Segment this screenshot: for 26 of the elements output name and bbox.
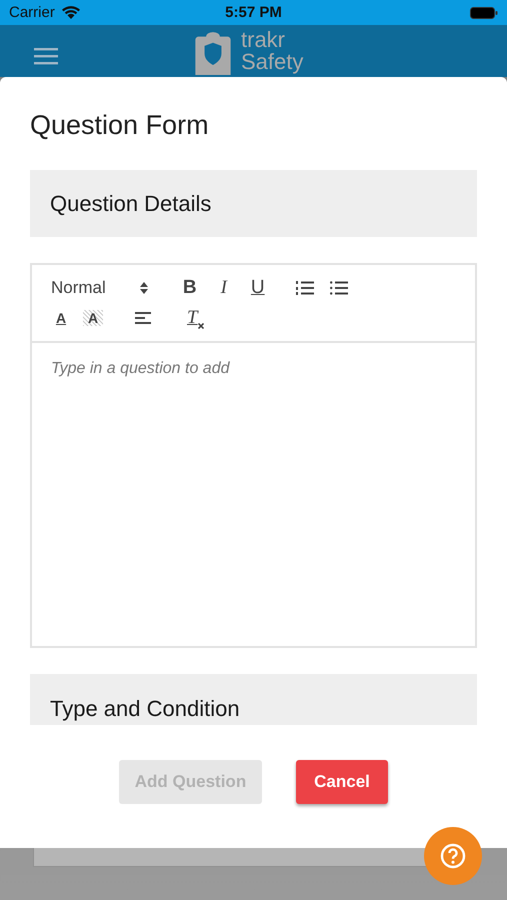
menu-icon[interactable] (34, 47, 58, 65)
bullet-list-icon[interactable] (330, 280, 348, 296)
clear-format-button[interactable]: T (187, 307, 204, 329)
placeholder-text: Type in a question to add (51, 360, 230, 377)
status-time: 5:57 PM (225, 4, 282, 21)
underline-button[interactable]: U (248, 277, 268, 299)
question-input[interactable]: Type in a question to add (32, 343, 475, 646)
numbered-list-icon[interactable] (296, 280, 314, 296)
dialog-title: Question Form (30, 109, 210, 142)
logo-text: trakr (241, 29, 286, 51)
wifi-icon (60, 6, 81, 20)
x-mark-icon (198, 323, 204, 329)
background-color-button[interactable]: A (83, 310, 103, 326)
align-icon[interactable] (135, 311, 151, 325)
battery-icon (470, 6, 498, 18)
header-select[interactable]: Normal (51, 278, 148, 298)
updown-icon (140, 282, 148, 294)
text-color-button[interactable]: A (51, 310, 71, 326)
help-icon (440, 843, 466, 869)
carrier-name: Carrier (9, 4, 55, 21)
logo-text: Safety (241, 51, 304, 73)
cancel-button[interactable]: Cancel (296, 760, 388, 804)
section-title: Type and Condition (50, 696, 240, 722)
italic-button[interactable]: I (214, 277, 234, 299)
section-title: Question Details (50, 190, 212, 216)
bold-button[interactable]: B (180, 277, 200, 299)
